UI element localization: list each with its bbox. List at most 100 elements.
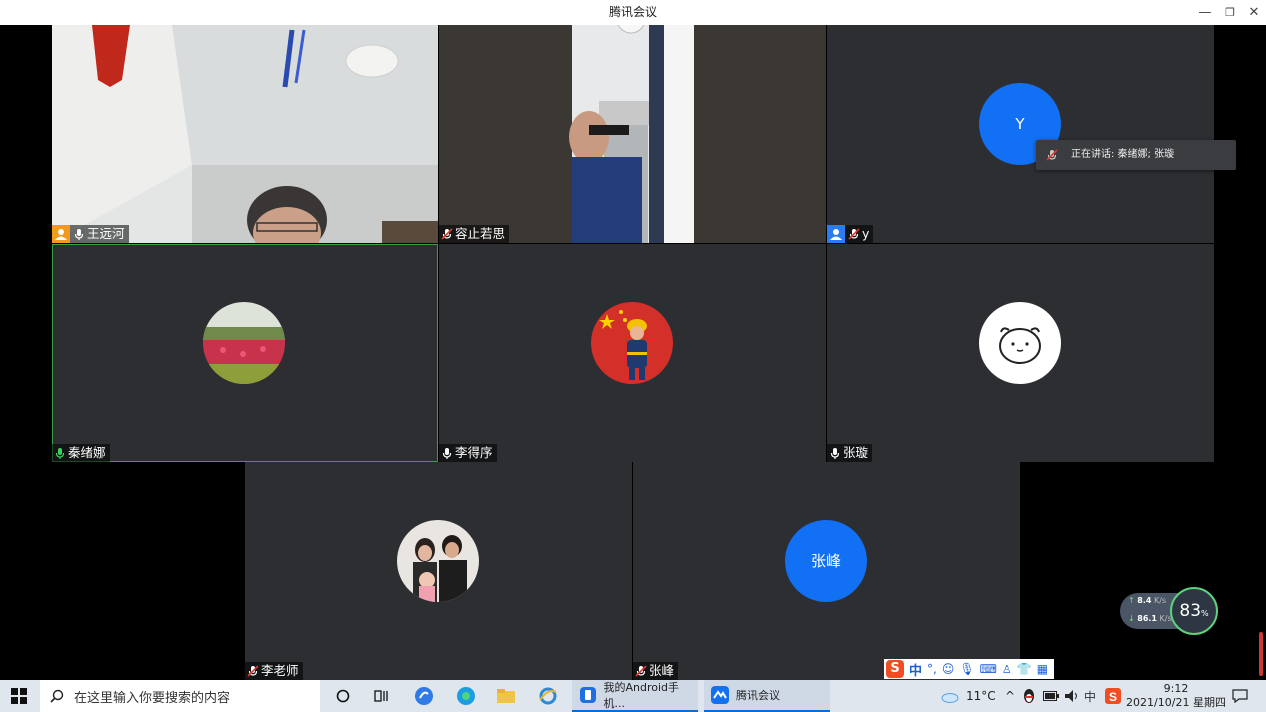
taskbar: 在这里输入你要搜索的内容 我的Android手机... 腾讯会议 11°C ^ …: [0, 680, 1266, 712]
speaker-icon: [1065, 690, 1077, 702]
network-speed-widget[interactable]: ↑ 8.4 K/s ↓ 86.1 K/s 83%: [1120, 587, 1218, 635]
scroll-indicator: [1259, 632, 1263, 676]
ime-tray-icon[interactable]: 中: [1084, 680, 1096, 712]
cortana-button[interactable]: [330, 680, 356, 712]
participant-tile-zhangfeng[interactable]: 张峰 张峰: [633, 462, 1020, 680]
download-speed: ↓ 86.1 K/s: [1128, 614, 1172, 623]
volume-tray-icon[interactable]: [1064, 680, 1080, 712]
name-label: 容止若思: [439, 225, 510, 243]
taskbar-search-box[interactable]: 在这里输入你要搜索的内容: [40, 680, 320, 712]
participant-name: 容止若思: [455, 226, 506, 241]
minimize-button[interactable]: —: [1192, 0, 1218, 25]
mic-muted-icon: [441, 228, 453, 240]
task-view-button[interactable]: [368, 680, 396, 712]
notification-icon: [1232, 689, 1248, 703]
speaking-indicator: 正在讲话: 秦绪娜; 张璇: [1036, 140, 1236, 170]
participant-tile-rongzhiruosi[interactable]: 容止若思: [439, 25, 826, 243]
name-label: 李老师: [245, 662, 303, 680]
sogou-s-icon: S: [1105, 688, 1121, 704]
battery-tray-icon[interactable]: [1043, 680, 1059, 712]
internet-explorer-icon: [539, 687, 557, 705]
skin-icon[interactable]: 👕: [1017, 662, 1032, 676]
windows-logo-icon: [11, 688, 27, 704]
ime-mode[interactable]: 中: [909, 660, 922, 679]
restore-button[interactable]: ❐: [1217, 0, 1243, 25]
qq-tray-icon[interactable]: [1022, 680, 1036, 712]
edge-icon: [457, 687, 475, 705]
participant-tile-wangyuanhe[interactable]: 王远河: [52, 25, 438, 243]
avatar-firefighter-flag: [591, 302, 673, 384]
folder-icon: [497, 689, 515, 703]
tencent-meeting-icon: [711, 686, 729, 704]
participant-name: 秦绪娜: [68, 445, 106, 460]
toolbox-icon[interactable]: ▦: [1037, 662, 1048, 676]
show-hidden-icons-button[interactable]: ^: [1005, 680, 1015, 712]
name-label: 王远河: [52, 225, 129, 243]
participant-name: 张璇: [843, 445, 869, 460]
task-view-icon: [374, 690, 388, 702]
penguin-icon: [1024, 689, 1034, 703]
taskbar-app-tencent-meeting[interactable]: 腾讯会议: [704, 680, 830, 712]
taskbar-app-sogou-browser[interactable]: [408, 680, 440, 712]
cloud-icon: [941, 693, 959, 703]
close-button[interactable]: ✕: [1241, 0, 1266, 25]
user-icon[interactable]: ♙: [1002, 663, 1012, 676]
battery-icon: [1043, 691, 1059, 701]
keyboard-icon[interactable]: ⌨: [980, 662, 997, 676]
speaking-text: 正在讲话: 秦绪娜; 张璇: [1071, 149, 1175, 160]
cohost-badge-icon: [827, 225, 845, 243]
ime-tray-label: 中: [1084, 689, 1097, 704]
participant-tile-lilaoshi[interactable]: 李老师: [245, 462, 632, 680]
phone-link-icon: [580, 687, 596, 703]
avatar-cartoon-face: [979, 302, 1061, 384]
name-label: y: [827, 225, 874, 243]
name-label: 秦绪娜: [52, 444, 110, 462]
taskbar-app-edge[interactable]: [450, 680, 482, 712]
browser-swirl-icon: [415, 687, 433, 705]
title-bar: 腾讯会议 — ❐ ✕: [0, 0, 1266, 25]
mic-on-icon: [74, 229, 84, 240]
mic-muted-icon: [635, 665, 647, 677]
participant-name: y: [862, 226, 870, 241]
avatar-tulip-field: [203, 302, 285, 384]
taskbar-app-label: 腾讯会议: [736, 689, 780, 702]
participant-name: 李老师: [261, 663, 299, 678]
clock[interactable]: 9:12 2021/10/21 星期四: [1126, 680, 1226, 712]
window-title: 腾讯会议: [608, 5, 657, 19]
sogou-s-icon[interactable]: S: [886, 660, 904, 678]
memory-usage-ring: 83%: [1170, 587, 1218, 635]
mic-on-icon: [830, 448, 840, 459]
mic-muted-icon: [848, 228, 860, 240]
start-button[interactable]: [0, 680, 38, 712]
participant-name: 王远河: [87, 226, 125, 241]
upload-speed: ↑ 8.4 K/s: [1128, 596, 1167, 605]
taskbar-app-phone-link[interactable]: 我的Android手机...: [572, 680, 698, 712]
voice-input-icon[interactable]: 🎙: [959, 662, 974, 676]
participant-tile-lidexu[interactable]: 李得序: [439, 244, 826, 462]
avatar-family-photo: [397, 520, 479, 602]
clock-date: 2021/10/21 星期四: [1126, 696, 1226, 709]
punctuation-icon[interactable]: °,: [927, 662, 937, 676]
cortana-circle-icon: [336, 689, 350, 703]
participant-tile-qinxuna[interactable]: 秦绪娜: [52, 244, 438, 462]
mic-muted-icon: [1046, 149, 1058, 161]
taskbar-app-ie[interactable]: [532, 680, 564, 712]
video-feed-man: [439, 25, 826, 243]
participant-name: 李得序: [455, 445, 493, 460]
notification-center-button[interactable]: [1232, 680, 1248, 712]
emoji-icon[interactable]: ☺: [942, 662, 955, 676]
participant-tile-zhangxuan[interactable]: 张璇: [827, 244, 1214, 462]
ime-toolbar[interactable]: S 中 °, ☺ 🎙 ⌨ ♙ 👕 ▦: [884, 659, 1054, 679]
host-badge-icon: [52, 225, 70, 243]
taskbar-app-file-explorer[interactable]: [490, 680, 522, 712]
weather-widget[interactable]: 11°C: [940, 680, 996, 712]
sogou-tray-icon[interactable]: S: [1105, 680, 1121, 712]
video-feed-room: [52, 25, 438, 243]
participant-tile-y[interactable]: Y y: [827, 25, 1214, 243]
video-gallery: 王远河 容止若思 Y y 秦绪娜 李得序 张璇 李老师 张峰 张峰: [0, 25, 1266, 680]
clock-time: 9:12: [1163, 682, 1189, 695]
weather-temp: 11°C: [966, 689, 996, 703]
mic-on-icon: [442, 448, 452, 459]
chevron-up-icon: ^: [1005, 689, 1016, 703]
mic-muted-icon: [247, 665, 259, 677]
